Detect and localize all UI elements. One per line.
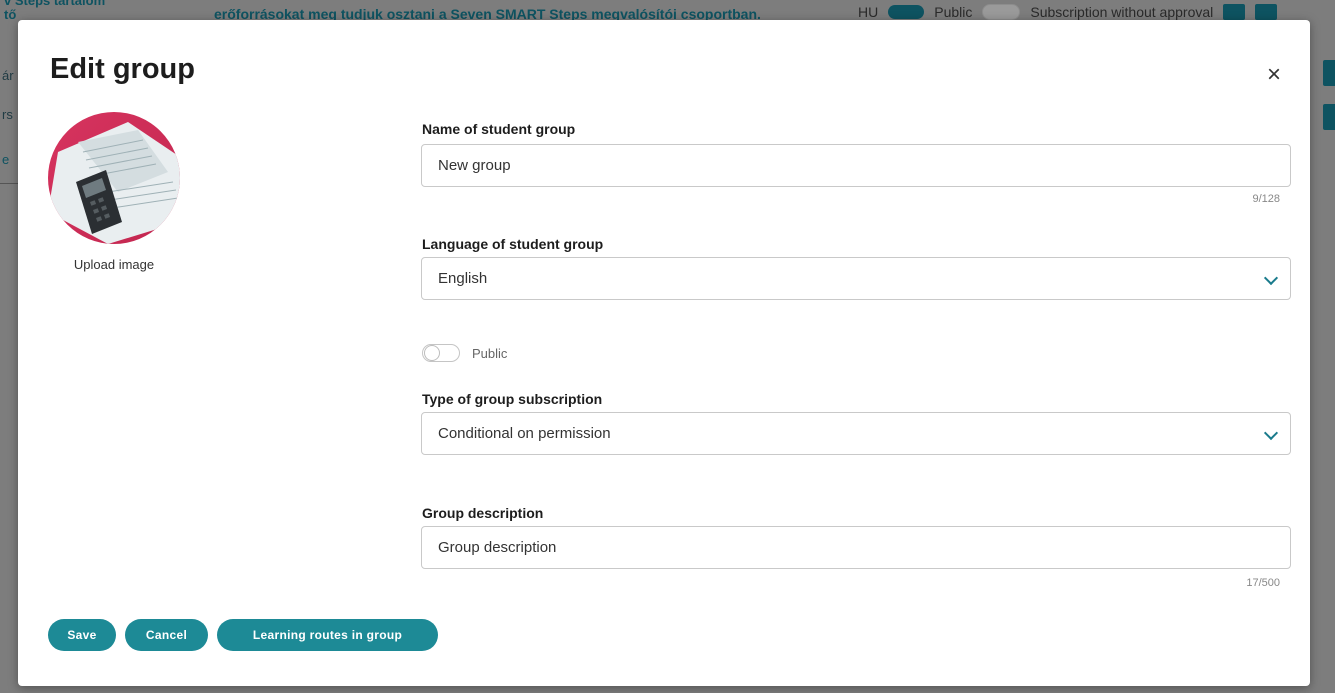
close-icon[interactable]: × (1262, 63, 1286, 88)
group-description-value: Group description (438, 539, 557, 556)
public-toggle[interactable] (422, 344, 460, 362)
chevron-down-icon (1263, 425, 1279, 441)
group-name-label: Name of student group (422, 121, 576, 137)
background-right-button-2[interactable] (1323, 104, 1335, 130)
chevron-down-icon (1263, 270, 1279, 286)
background-controls: HU Public Subscription without approval (858, 4, 1278, 20)
edit-group-modal: Edit group × Upload image Name of studen… (18, 20, 1310, 686)
public-toggle-row: Public (422, 344, 507, 362)
cancel-button[interactable]: Cancel (125, 619, 208, 651)
background-right-button-1[interactable] (1323, 60, 1335, 86)
modal-title: Edit group (50, 53, 195, 85)
public-toggle-knob (424, 345, 440, 361)
group-description-label: Group description (422, 505, 544, 521)
background-lang-code[interactable]: HU (858, 4, 878, 20)
background-left-title-text: v Steps tartalom (4, 0, 106, 8)
group-name-input[interactable]: New group (421, 144, 1291, 187)
group-description-counter: 17/500 (1246, 577, 1280, 589)
background-left-title-sub: tő (4, 7, 17, 22)
group-image[interactable] (48, 112, 180, 244)
background-side-text-3[interactable]: e (2, 152, 9, 167)
background-side-text-1: ár (2, 68, 14, 83)
background-public-label: Public (934, 4, 973, 20)
subscription-type-label: Type of group subscription (422, 391, 603, 407)
public-toggle-label: Public (472, 345, 508, 361)
background-logout-icon-button[interactable] (1255, 4, 1278, 20)
group-description-input[interactable]: Group description (421, 526, 1291, 569)
background-subscription-label: Subscription without approval (1030, 4, 1214, 20)
group-language-value: English (438, 270, 488, 287)
background-login-icon-button[interactable] (1223, 4, 1246, 20)
upload-image-label[interactable]: Upload image (48, 257, 180, 272)
group-name-counter: 9/128 (1252, 193, 1280, 205)
subscription-type-value: Conditional on permission (438, 425, 611, 442)
background-lang-toggle[interactable] (888, 5, 925, 19)
background-divider (0, 183, 18, 184)
group-language-label: Language of student group (422, 236, 604, 252)
subscription-type-select[interactable]: Conditional on permission (421, 412, 1291, 455)
background-left-title[interactable]: v Steps tartalom tő (4, 0, 105, 22)
save-button[interactable]: Save (48, 619, 116, 651)
background-side-text-2: rs (2, 107, 13, 122)
group-image-picture (48, 112, 180, 244)
background-public-toggle[interactable] (982, 4, 1021, 20)
learning-routes-button[interactable]: Learning routes in group (217, 619, 438, 651)
group-name-value: New group (438, 157, 511, 174)
group-language-select[interactable]: English (421, 257, 1291, 300)
